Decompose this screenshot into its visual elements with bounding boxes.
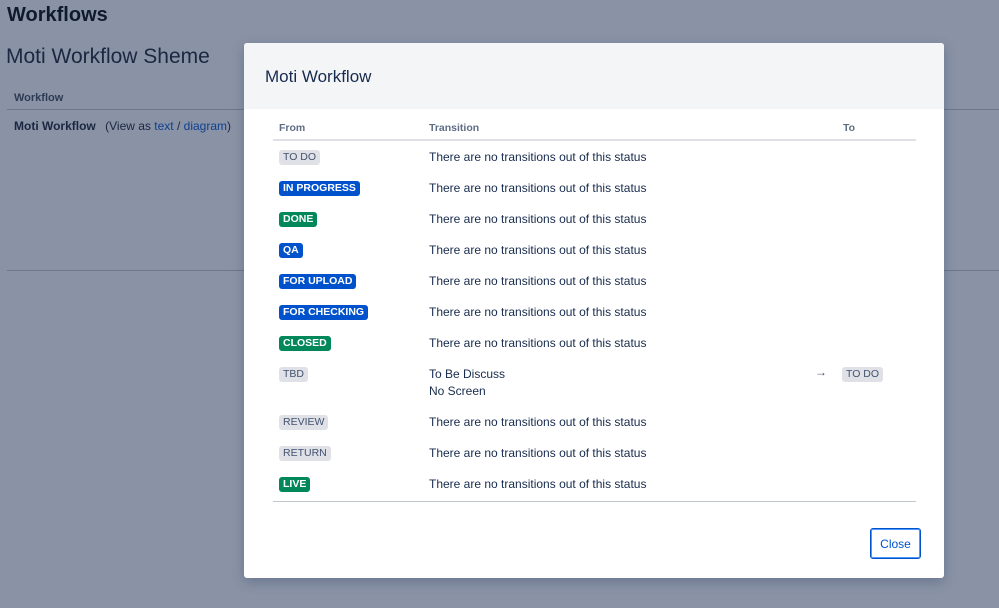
status-lozenge: REVIEW xyxy=(279,415,329,430)
table-row: REVIEW There are no transitions out of th… xyxy=(273,406,916,437)
workflow-name: Moti Workflow xyxy=(14,119,96,133)
view-diagram-link[interactable]: diagram xyxy=(184,119,227,133)
status-lozenge: DONE xyxy=(279,212,318,227)
table-row: TBD To Be Discuss No Screen → TO DO xyxy=(273,358,916,406)
transition-name: There are no transitions out of this sta… xyxy=(429,446,647,460)
transition-cell: There are no transitions out of this sta… xyxy=(429,335,646,352)
table-body: TO DO There are no transitions out of thi… xyxy=(273,141,916,499)
table-row: CLOSED There are no transitions out of th… xyxy=(273,327,916,358)
transition-name: To Be Discuss xyxy=(429,367,506,381)
transition-screen: No Screen xyxy=(429,384,486,398)
status-lozenge: LIVE xyxy=(279,477,311,492)
status-lozenge: FOR UPLOAD xyxy=(279,274,357,289)
from-cell: LIVE xyxy=(279,476,311,492)
column-header-to: To xyxy=(843,122,856,134)
workflow-column-header: Workflow xyxy=(14,92,64,104)
table-row: LIVE There are no transitions out of this… xyxy=(273,468,916,499)
transition-cell: There are no transitions out of this sta… xyxy=(429,304,646,321)
table-row: FOR CHECKING There are no transitions out… xyxy=(273,296,916,327)
from-cell: QA xyxy=(279,242,303,258)
from-cell: RETURN xyxy=(279,445,331,461)
status-lozenge: TO DO xyxy=(842,367,884,382)
column-header-from: From xyxy=(279,122,306,134)
modal-header: Moti Workflow xyxy=(244,43,944,109)
from-cell: CLOSED xyxy=(279,335,331,351)
view-text-link[interactable]: text xyxy=(154,119,173,133)
transition-cell: There are no transitions out of this sta… xyxy=(429,445,646,462)
table-row: QA There are no transitions out of this s… xyxy=(273,234,916,265)
status-lozenge: CLOSED xyxy=(279,336,331,351)
status-lozenge: FOR CHECKING xyxy=(279,305,369,320)
table-row: FOR UPLOAD There are no transitions out o… xyxy=(273,265,916,296)
transition-cell: There are no transitions out of this sta… xyxy=(429,414,646,431)
table-header: From Transition To xyxy=(273,117,916,141)
transition-name: There are no transitions out of this sta… xyxy=(429,305,647,319)
transition-name: There are no transitions out of this sta… xyxy=(429,274,647,288)
column-header-transition: Transition xyxy=(429,122,480,134)
table-row: RETURN There are no transitions out of th… xyxy=(273,437,916,468)
status-lozenge: QA xyxy=(279,243,303,258)
from-cell: IN PROGRESS xyxy=(279,180,360,196)
status-lozenge: IN PROGRESS xyxy=(279,181,360,196)
transition-cell: There are no transitions out of this sta… xyxy=(429,211,646,228)
status-lozenge: RETURN xyxy=(279,446,331,461)
workflow-modal: Moti Workflow From Transition To TO DO Th… xyxy=(244,43,944,578)
view-as-label: (View as text / diagram) xyxy=(105,119,231,133)
transitions-table: From Transition To TO DO There are no tra… xyxy=(273,117,916,502)
workflow-row: Moti Workflow (View as text / diagram) xyxy=(14,119,231,133)
from-cell: FOR CHECKING xyxy=(279,304,369,320)
status-lozenge: TBD xyxy=(279,367,308,382)
table-row: DONE There are no transitions out of this… xyxy=(273,203,916,234)
arrow-right-icon: → xyxy=(815,365,827,379)
table-row: TO DO There are no transitions out of thi… xyxy=(273,141,916,172)
from-cell: DONE xyxy=(279,211,318,227)
transition-cell: There are no transitions out of this sta… xyxy=(429,149,646,166)
transition-cell: There are no transitions out of this sta… xyxy=(429,242,646,259)
table-row: IN PROGRESS There are no transitions out … xyxy=(273,172,916,203)
transition-name: There are no transitions out of this sta… xyxy=(429,212,647,226)
transition-cell: There are no transitions out of this sta… xyxy=(429,180,646,197)
transition-name: There are no transitions out of this sta… xyxy=(429,477,647,491)
transition-cell: To Be Discuss No Screen xyxy=(429,366,505,400)
transition-name: There are no transitions out of this sta… xyxy=(429,181,647,195)
transition-cell: There are no transitions out of this sta… xyxy=(429,476,646,493)
scheme-title: Moti Workflow Sheme xyxy=(6,45,210,68)
transition-name: There are no transitions out of this sta… xyxy=(429,243,647,257)
from-cell: REVIEW xyxy=(279,414,329,430)
transition-name: There are no transitions out of this sta… xyxy=(429,415,647,429)
page-title: Workflows xyxy=(7,4,108,26)
from-cell: FOR UPLOAD xyxy=(279,273,357,289)
table-bottom-rule xyxy=(273,501,916,502)
from-cell: TO DO xyxy=(279,149,321,165)
from-cell: TBD xyxy=(279,366,308,382)
transition-cell: There are no transitions out of this sta… xyxy=(429,273,646,290)
transition-name: There are no transitions out of this sta… xyxy=(429,336,647,350)
status-lozenge: TO DO xyxy=(279,150,321,165)
to-cell: TO DO xyxy=(842,366,884,382)
transition-name: There are no transitions out of this sta… xyxy=(429,150,647,164)
close-button[interactable]: Close xyxy=(870,528,921,559)
modal-title: Moti Workflow xyxy=(265,67,372,86)
